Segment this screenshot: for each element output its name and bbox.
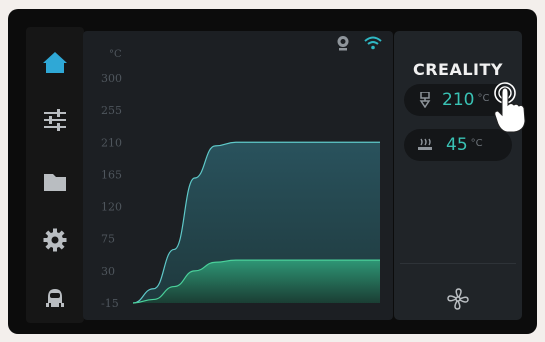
- y-tick-label: -15: [101, 297, 119, 310]
- sidebar: [26, 27, 84, 323]
- nozzle-temperature-unit: °C: [477, 92, 490, 104]
- y-axis-unit-label: °C: [109, 49, 122, 60]
- status-panel: CREALITY 210 °C 45 °C: [394, 31, 522, 320]
- robot-icon[interactable]: [26, 278, 84, 318]
- fan-icon[interactable]: [438, 279, 478, 319]
- temperature-chart: °C 300 255 210 165 120 75 30 -15: [83, 31, 393, 320]
- y-tick-label: 165: [101, 168, 122, 181]
- home-icon[interactable]: [26, 42, 84, 82]
- printer-screen: °C 300 255 210 165 120 75 30 -15 CREALITY: [8, 9, 537, 334]
- y-tick-label: 210: [101, 136, 122, 149]
- y-tick-label: 120: [101, 201, 122, 214]
- bed-temperature-value: 45: [446, 135, 468, 155]
- folder-icon[interactable]: [26, 162, 84, 202]
- nozzle-temperature-icon: [410, 92, 440, 108]
- settings-sliders-icon[interactable]: [26, 100, 84, 140]
- camera-icon[interactable]: [335, 35, 351, 51]
- pointing-hand-cursor-icon: [492, 81, 530, 135]
- y-tick-label: 75: [101, 233, 115, 246]
- bed-temperature-unit: °C: [470, 137, 483, 149]
- wifi-icon[interactable]: [363, 35, 383, 51]
- nozzle-temperature-value: 210: [442, 90, 475, 110]
- brand-logo: CREALITY: [412, 60, 504, 79]
- y-tick-label: 255: [101, 104, 122, 117]
- y-tick-label: 30: [101, 265, 115, 278]
- panel-divider: [400, 263, 516, 264]
- bed-temperature-icon: [410, 138, 440, 152]
- y-tick-label: 300: [101, 72, 122, 85]
- gear-icon[interactable]: [26, 220, 84, 260]
